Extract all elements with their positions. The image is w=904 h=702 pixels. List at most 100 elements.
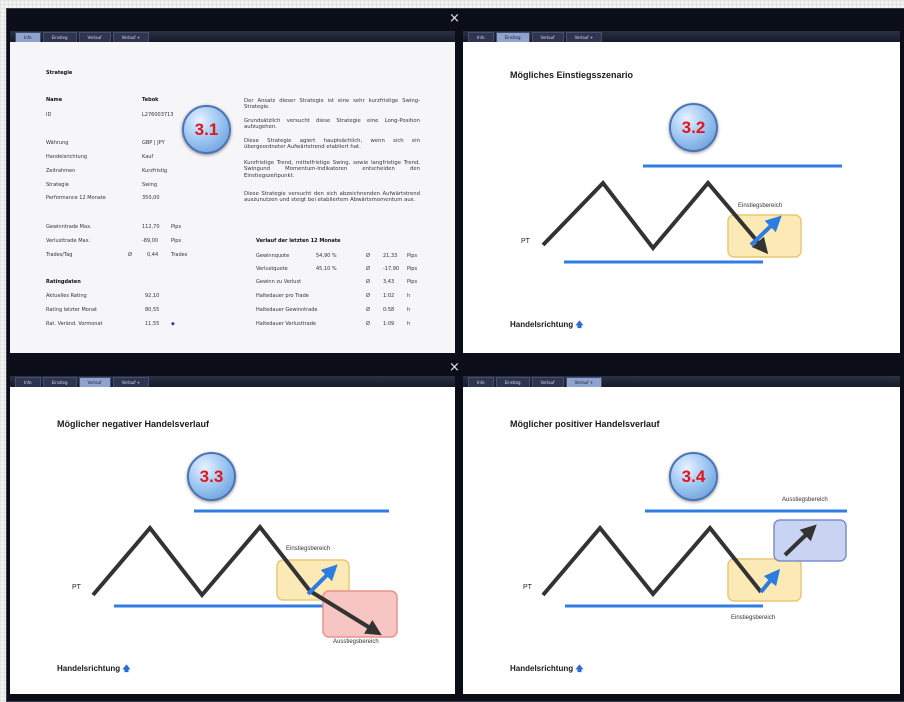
rating-value: 80,55 bbox=[145, 307, 160, 313]
description-paragraph: Grundsätzlich versucht diese Strategie e… bbox=[244, 118, 420, 131]
panel-positive-outcome: Info Einstieg Verlauf Verlauf + Mögliche… bbox=[463, 376, 900, 694]
tab-einstieg[interactable]: Einstieg bbox=[495, 377, 530, 387]
exit-zone-label: Ausstiegsbereich bbox=[333, 639, 379, 645]
tab-info[interactable]: Info bbox=[468, 32, 494, 42]
step-badge-3-2: 3.2 bbox=[669, 103, 718, 152]
history-value: 1:02 bbox=[383, 293, 395, 299]
close-x-icon[interactable]: × bbox=[449, 361, 460, 374]
trade-unit: Pips bbox=[171, 238, 182, 244]
step-badge-3-4: 3.4 bbox=[669, 452, 718, 501]
strategy-heading: Strategie bbox=[46, 70, 73, 76]
panel-entry-scenario: Info Einstieg Verlauf Verlauf + Mögliche… bbox=[463, 31, 900, 353]
tab-bar: Info Einstieg Verlauf Verlauf + bbox=[463, 31, 900, 42]
description-paragraph: Der Ansatz dieser Strategie ist eine seh… bbox=[244, 98, 420, 111]
history-label: Gewinnquote bbox=[256, 253, 290, 259]
history-unit: h bbox=[407, 307, 411, 313]
name-label: Name bbox=[46, 97, 63, 103]
tab-bar: Info Einstieg Verlauf Verlauf + bbox=[10, 376, 455, 387]
row-value: Kauf bbox=[142, 154, 154, 160]
history-value: 3,43 bbox=[383, 279, 395, 285]
arrow-up-icon: 🡅 bbox=[122, 664, 131, 673]
tab-verlauf-plus[interactable]: Verlauf + bbox=[565, 377, 603, 387]
trade-value: -89,00 bbox=[142, 238, 159, 244]
info-content: Strategie Name Tebok ID L276003713 Währu… bbox=[10, 42, 455, 353]
description-paragraph: Diese Strategie versucht den sich abzeic… bbox=[244, 191, 420, 204]
history-value: 1:09 bbox=[383, 321, 395, 327]
history-pct: 45,10 % bbox=[316, 266, 337, 272]
tab-bar: Info Einstieg Verlauf Verlauf + bbox=[463, 376, 900, 387]
tab-verlauf[interactable]: Verlauf bbox=[531, 377, 564, 387]
history-value: 21,33 bbox=[383, 253, 398, 259]
history-value: 0:58 bbox=[383, 307, 395, 313]
entry-zone-label: Einstiegsbereich bbox=[738, 203, 783, 209]
exit-zone-label: Ausstiegsbereich bbox=[782, 497, 828, 503]
description-paragraph: Diese Strategie agiert hauptsächlich, we… bbox=[244, 138, 420, 151]
tab-verlauf[interactable]: Verlauf bbox=[78, 32, 111, 42]
rating-label: Rating letzter Monat bbox=[46, 307, 98, 313]
avg-symbol: Ø bbox=[366, 293, 370, 299]
tab-einstieg[interactable]: Einstieg bbox=[42, 377, 77, 387]
history-label: Haltedauer pro Trade bbox=[256, 293, 309, 299]
direction-label: Handelsrichtung bbox=[510, 664, 574, 673]
panel-negative-outcome: Info Einstieg Verlauf Verlauf + Mögliche… bbox=[10, 376, 455, 694]
rating-label: Rat. Veränd. Vormonat bbox=[46, 321, 103, 327]
step-badge-3-1: 3.1 bbox=[182, 105, 231, 154]
rating-label: Aktuelles Rating bbox=[46, 293, 87, 299]
direction-label: Handelsrichtung bbox=[510, 320, 574, 329]
avg-symbol: Ø bbox=[366, 279, 370, 285]
tab-verlauf-plus[interactable]: Verlauf + bbox=[565, 32, 603, 42]
history-label: Haltedauer Verlusttrade bbox=[256, 321, 316, 327]
pt-label: PT bbox=[72, 584, 81, 591]
entry-zone-label: Einstiegsbereich bbox=[286, 546, 331, 552]
history-label: Haltedauer Gewinntrade bbox=[256, 307, 318, 313]
negative-diagram bbox=[91, 509, 398, 638]
pt-label: PT bbox=[521, 238, 530, 245]
row-value: Swing bbox=[142, 182, 157, 188]
row-value: GBP | JPY bbox=[142, 140, 165, 146]
trade-label: Trades/Tag bbox=[46, 252, 73, 258]
history-heading: Verlauf der letzten 12 Monate bbox=[256, 238, 341, 244]
trade-label: Gewinntrade Max. bbox=[46, 224, 92, 230]
row-label: Strategie bbox=[46, 182, 69, 188]
avg-symbol: Ø bbox=[366, 321, 370, 327]
trade-label: Verlusttrade Max. bbox=[46, 238, 91, 244]
rating-value: 92,10 bbox=[145, 293, 160, 299]
tab-einstieg[interactable]: Einstieg bbox=[42, 32, 77, 42]
tab-info[interactable]: Info bbox=[15, 32, 41, 42]
history-unit: Pips bbox=[407, 279, 418, 285]
history-unit: h bbox=[407, 293, 411, 299]
avg-symbol: Ø bbox=[366, 266, 370, 272]
history-unit: Pips bbox=[407, 253, 418, 259]
history-label: Verlustquote bbox=[256, 266, 288, 272]
diagram-content: Möglicher negativer Handelsverlauf PT Ei… bbox=[10, 387, 455, 694]
positive-diagram bbox=[541, 509, 847, 608]
history-unit: Pips bbox=[407, 266, 418, 272]
entry-diagram bbox=[541, 164, 842, 264]
history-label: Gewinn zu Verlust bbox=[256, 279, 302, 285]
direction-row: Handelsrichtung 🡅 bbox=[510, 319, 584, 333]
diagram-content: Möglicher positiver Handelsverlauf PT Ei… bbox=[463, 387, 900, 694]
tab-verlauf-plus[interactable]: Verlauf + bbox=[112, 377, 150, 387]
trade-value: 112,70 bbox=[142, 224, 160, 230]
history-pct: 54,90 % bbox=[316, 253, 337, 259]
tab-verlauf[interactable]: Verlauf bbox=[531, 32, 564, 42]
history-unit: h bbox=[407, 321, 411, 327]
description-paragraph: Kurzfristige Trend, mittelfristige Swing… bbox=[244, 160, 420, 179]
tab-einstieg[interactable]: Einstieg bbox=[495, 32, 530, 42]
avg-symbol: Ø bbox=[366, 307, 370, 313]
arrow-up-icon: 🡅 bbox=[575, 664, 584, 673]
tab-info[interactable]: Info bbox=[15, 377, 41, 387]
tab-info[interactable]: Info bbox=[468, 377, 494, 387]
ratings-heading: Ratingdaten bbox=[46, 279, 81, 285]
direction-label: Handelsrichtung bbox=[57, 664, 121, 673]
row-label: ID bbox=[46, 112, 52, 118]
pt-label: PT bbox=[523, 584, 532, 591]
avg-symbol: Ø bbox=[128, 252, 132, 258]
tab-verlauf-plus[interactable]: Verlauf + bbox=[112, 32, 150, 42]
tab-verlauf[interactable]: Verlauf bbox=[78, 377, 111, 387]
direction-row: Handelsrichtung 🡅 bbox=[57, 663, 131, 677]
trade-unit: Trades bbox=[171, 252, 188, 258]
row-label: Zeitrahmen bbox=[46, 168, 76, 174]
history-value: -17,90 bbox=[383, 266, 400, 272]
close-x-icon[interactable]: × bbox=[449, 12, 460, 25]
